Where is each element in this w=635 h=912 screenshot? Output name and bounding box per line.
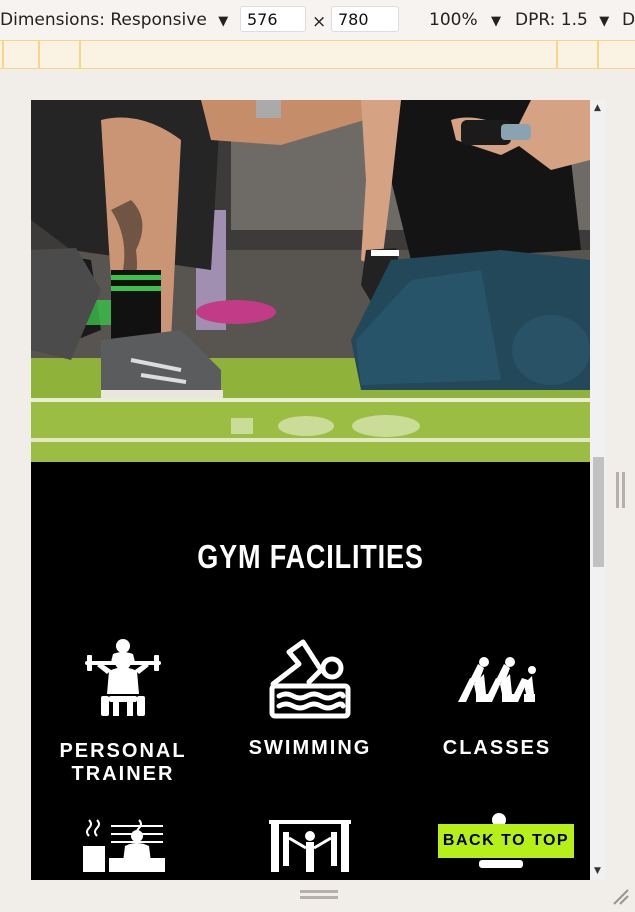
corner-resize-icon[interactable] (608, 884, 632, 908)
width-input[interactable]: 576 (240, 6, 306, 32)
zoom-label: 100% (429, 10, 478, 30)
zoom-select[interactable]: 100% ▼ (429, 10, 501, 32)
device-toolbar: Dimensions: Responsive ▼ 576 × 780 100% … (0, 0, 635, 40)
scrollbar-thumb[interactable] (593, 457, 604, 567)
scroll-up-arrow-icon[interactable]: ▲ (594, 103, 601, 113)
classes-icon[interactable] (456, 650, 536, 712)
grip-icon (622, 472, 625, 508)
ruler-mark (38, 41, 40, 68)
facility-label-swimming[interactable]: SWIMMING (240, 737, 380, 760)
back-to-top-button[interactable]: BACK TO TOP (438, 824, 574, 858)
grip-icon (616, 472, 619, 508)
hero-image (31, 100, 590, 462)
facility-label-personal-trainer[interactable]: PERSONAL TRAINER (53, 740, 193, 786)
overflow-label[interactable]: D (622, 10, 635, 30)
section-title: GYM FACILITIES (197, 538, 424, 575)
facility-label-classes[interactable]: CLASSES (427, 737, 567, 760)
dpr-select[interactable]: DPR: 1.5 ▼ (515, 10, 609, 32)
grip-icon (300, 896, 338, 899)
dropdown-arrow-icon: ▼ (599, 14, 610, 29)
ruler-mark (597, 41, 599, 68)
dropdown-arrow-icon: ▼ (218, 14, 229, 29)
personal-trainer-icon[interactable] (83, 638, 163, 722)
right-resize-handle[interactable] (606, 100, 635, 880)
dropdown-arrow-icon: ▼ (491, 14, 502, 29)
dimensions-label: Dimensions: Responsive (0, 10, 207, 30)
sauna-icon[interactable] (83, 818, 165, 878)
facility-label-line: TRAINER (71, 763, 175, 785)
ruler-mark (556, 41, 558, 68)
times-label: × (312, 12, 327, 32)
scroll-down-arrow-icon[interactable]: ▼ (594, 866, 601, 876)
media-query-bar[interactable] (0, 40, 635, 69)
device-viewport[interactable]: GYM FACILITIES PERSONAL TRAINER SWIMMING… (31, 100, 590, 880)
dpr-label: DPR: 1.5 (515, 10, 588, 30)
gym-facilities-section: GYM FACILITIES PERSONAL TRAINER SWIMMING… (31, 462, 590, 880)
grip-icon (300, 890, 338, 893)
bottom-resize-handle[interactable] (31, 880, 590, 910)
viewport-scrollbar[interactable]: ▲ ▼ (590, 100, 606, 880)
height-input[interactable]: 780 (331, 6, 399, 32)
swimming-icon[interactable] (269, 638, 351, 724)
gym-equipment-icon[interactable] (269, 820, 351, 876)
ruler-mark (2, 41, 4, 68)
facility-label-line: PERSONAL (59, 740, 187, 762)
dimensions-select[interactable]: Dimensions: Responsive ▼ (0, 10, 228, 32)
ruler-mark (79, 41, 81, 68)
